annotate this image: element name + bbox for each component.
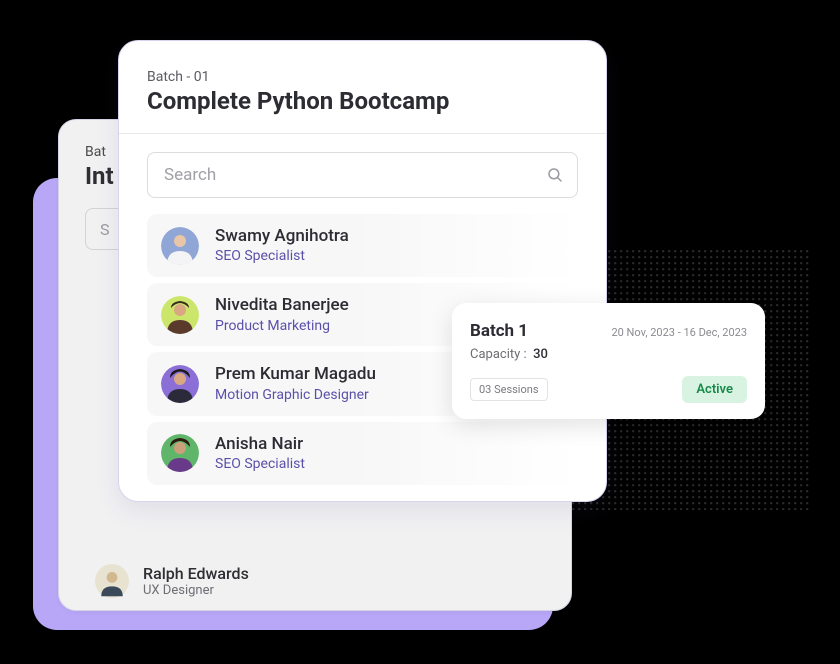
- avatar: [161, 296, 199, 334]
- status-badge: Active: [682, 376, 747, 403]
- search-icon: [546, 166, 564, 184]
- avatar: [161, 227, 199, 265]
- list-item[interactable]: Anisha Nair SEO Specialist: [147, 422, 578, 485]
- batch-title: Batch 1: [470, 321, 528, 341]
- list-item[interactable]: Swamy Agnihotra SEO Specialist: [147, 214, 578, 277]
- list-item[interactable]: Ralph Edwards UX Designer: [85, 552, 545, 610]
- card-title: Complete Python Bootcamp: [147, 87, 578, 115]
- search-placeholder-text: S: [100, 220, 110, 239]
- member-role: UX Designer: [143, 583, 249, 598]
- member-name: Nivedita Banerjee: [215, 295, 349, 315]
- batch-status-card[interactable]: Batch 1 20 Nov, 2023 - 16 Dec, 2023 Capa…: [452, 303, 765, 419]
- member-name: Swamy Agnihotra: [215, 226, 349, 246]
- member-role: SEO Specialist: [215, 248, 349, 265]
- member-role: Motion Graphic Designer: [215, 387, 376, 404]
- capacity-label: Capacity :: [470, 347, 527, 362]
- batch-label: Batch - 01: [147, 69, 578, 85]
- member-role: Product Marketing: [215, 318, 349, 335]
- member-role: SEO Specialist: [215, 456, 305, 473]
- avatar: [161, 365, 199, 403]
- batch-card: Batch - 01 Complete Python Bootcamp Swam…: [118, 40, 607, 502]
- avatar: [161, 434, 199, 472]
- sessions-chip: 03 Sessions: [470, 378, 548, 401]
- member-name: Ralph Edwards: [143, 564, 249, 583]
- search-field[interactable]: [147, 152, 578, 198]
- batch-date-range: 20 Nov, 2023 - 16 Dec, 2023: [611, 326, 747, 339]
- search-input[interactable]: [147, 152, 578, 198]
- capacity-value: 30: [533, 347, 548, 362]
- member-name: Prem Kumar Magadu: [215, 364, 376, 384]
- batch-capacity: Capacity : 30: [470, 347, 747, 362]
- avatar: [95, 564, 129, 598]
- member-name: Anisha Nair: [215, 434, 305, 454]
- divider: [119, 133, 606, 134]
